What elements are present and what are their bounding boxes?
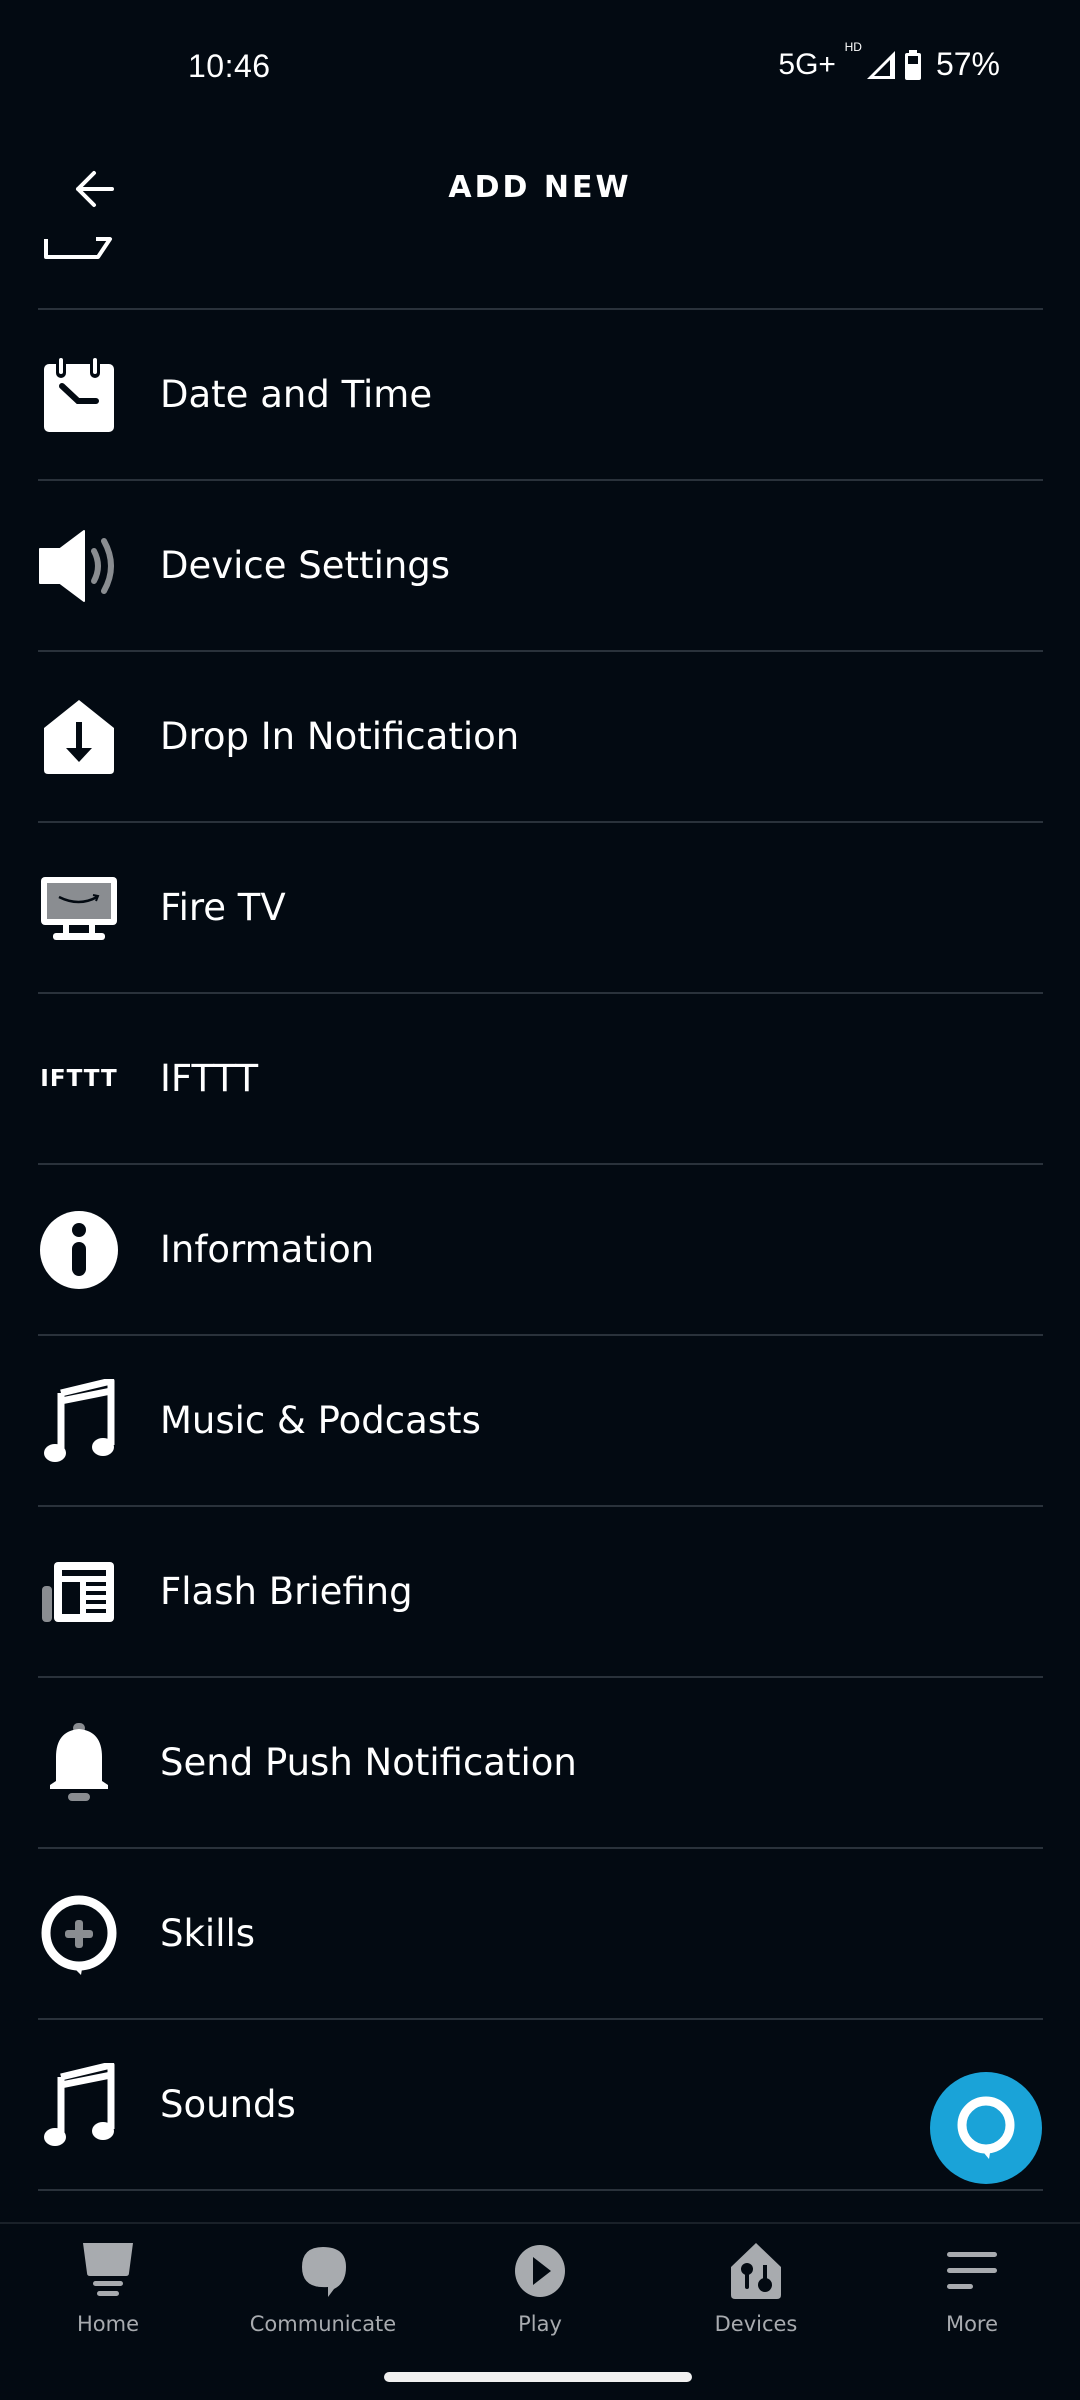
home-icon xyxy=(78,2240,138,2302)
menu-icon xyxy=(942,2240,1002,2302)
list-item-device-settings[interactable]: Device Settings xyxy=(38,479,1043,650)
info-icon xyxy=(38,1209,120,1291)
music-note-icon xyxy=(38,2062,120,2146)
nav-communicate[interactable]: Communicate xyxy=(233,2240,413,2350)
newspaper-icon xyxy=(38,1551,120,1633)
nav-devices[interactable]: Devices xyxy=(666,2240,846,2350)
nav-more[interactable]: More xyxy=(882,2240,1062,2350)
chat-bubble-icon xyxy=(293,2240,353,2302)
list-item-send-push-notification[interactable]: Send Push Notification xyxy=(38,1676,1043,1847)
tv-icon xyxy=(38,867,120,949)
bell-icon xyxy=(38,1722,120,1804)
nav-label: Devices xyxy=(714,2312,798,2336)
list-item-flash-briefing[interactable]: Flash Briefing xyxy=(38,1505,1043,1676)
list-item-drop-in-notification[interactable]: Drop In Notification xyxy=(38,650,1043,821)
nav-label: Play xyxy=(518,2312,562,2336)
list-item-label: IFTTT xyxy=(160,1057,259,1100)
alexa-icon xyxy=(957,2096,1015,2159)
ifttt-icon: IFTTT xyxy=(38,1038,120,1120)
signal-icon xyxy=(866,50,895,79)
status-time: 10:46 xyxy=(188,48,271,84)
list-item-label: Information xyxy=(160,1228,375,1271)
ifttt-logo-text: IFTTT xyxy=(40,1065,118,1092)
network-indicator: 5G+ HD xyxy=(778,40,862,82)
page-title: ADD NEW xyxy=(448,170,632,205)
divider xyxy=(38,2189,1043,2191)
calendar-clock-icon xyxy=(38,354,120,436)
drop-in-icon xyxy=(38,696,120,778)
list-item-label: Flash Briefing xyxy=(160,1570,413,1613)
nav-play[interactable]: Play xyxy=(450,2240,630,2350)
network-badge: HD xyxy=(844,39,862,54)
app-header: ADD NEW xyxy=(0,140,1080,235)
list-item-sounds[interactable]: Sounds xyxy=(38,2018,1043,2189)
list-item-fire-tv[interactable]: Fire TV xyxy=(38,821,1043,992)
nav-label: More xyxy=(945,2312,999,2336)
list-item-label: Music & Podcasts xyxy=(160,1399,481,1442)
skills-icon xyxy=(38,1893,120,1975)
add-new-list[interactable]: Date and Time Device Settings Drop In No… xyxy=(0,140,1080,2220)
list-item-skills[interactable]: Skills xyxy=(38,1847,1043,2018)
home-indicator[interactable] xyxy=(384,2372,692,2382)
network-type: 5G+ xyxy=(778,47,836,81)
message-icon xyxy=(44,237,112,259)
list-item-information[interactable]: Information xyxy=(38,1163,1043,1334)
battery-percent: 57% xyxy=(935,46,1000,82)
list-item-label: Date and Time xyxy=(160,373,433,416)
list-item-label: Device Settings xyxy=(160,544,451,587)
play-icon xyxy=(510,2240,570,2302)
devices-icon xyxy=(726,2240,786,2302)
nav-home[interactable]: Home xyxy=(18,2240,198,2350)
status-bar: 10:46 5G+ HD 57% xyxy=(0,0,1080,140)
music-note-icon xyxy=(38,1378,120,1462)
list-item-label: Send Push Notification xyxy=(160,1741,577,1784)
list-item-label: Sounds xyxy=(160,2083,296,2126)
battery-icon xyxy=(904,49,921,80)
alexa-button[interactable] xyxy=(930,2072,1042,2184)
nav-label: Home xyxy=(76,2312,139,2336)
list-item-label: Skills xyxy=(160,1912,256,1955)
speaker-icon xyxy=(38,525,120,607)
list-item-date-and-time[interactable]: Date and Time xyxy=(38,308,1043,479)
list-item-label: Fire TV xyxy=(160,886,286,929)
list-item-music-podcasts[interactable]: Music & Podcasts xyxy=(38,1334,1043,1505)
list-item-ifttt[interactable]: IFTTT IFTTT xyxy=(38,992,1043,1163)
list-item-label: Drop In Notification xyxy=(160,715,520,758)
status-indicators: 5G+ HD 57% xyxy=(778,40,1000,83)
nav-label: Communicate xyxy=(249,2312,397,2336)
